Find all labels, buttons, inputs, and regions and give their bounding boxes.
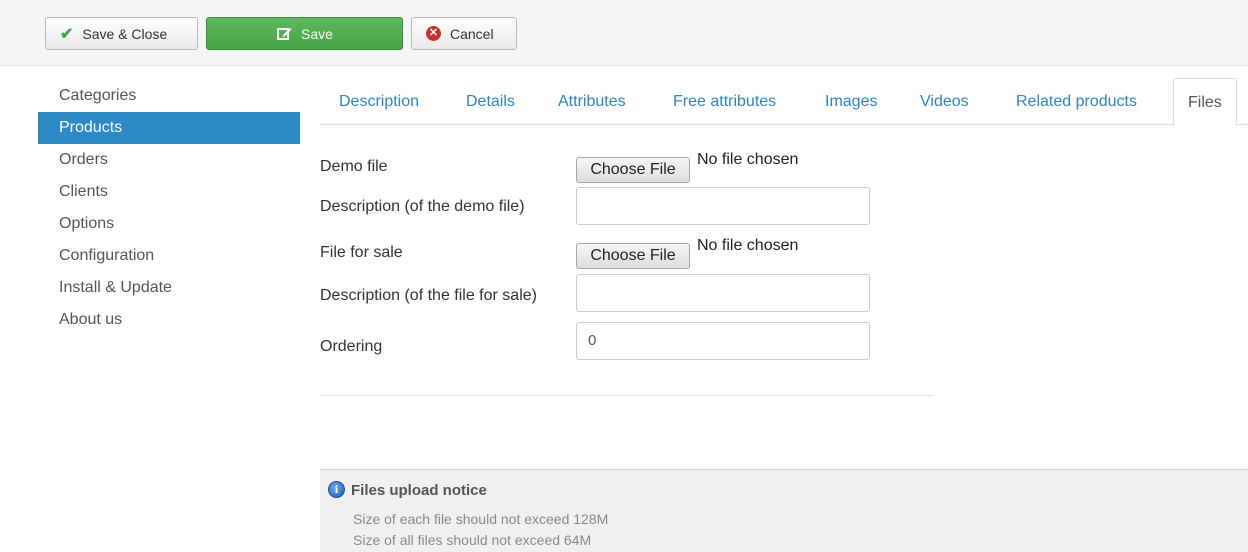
tab-bar: Description Details Attributes Free attr… bbox=[320, 78, 1248, 126]
tab-images[interactable]: Images bbox=[825, 78, 877, 125]
cancel-icon: ✕ bbox=[426, 26, 441, 41]
files-upload-notice: i Files upload notice Size of each file … bbox=[320, 469, 1248, 552]
info-icon: i bbox=[328, 481, 345, 498]
form-divider bbox=[320, 395, 934, 396]
ordering-input[interactable]: 0 bbox=[576, 322, 870, 360]
sale-file-choose-button[interactable]: Choose File bbox=[576, 243, 690, 269]
edit-icon bbox=[277, 27, 292, 41]
sidebar-item-orders[interactable]: Orders bbox=[38, 144, 300, 176]
toolbar: ✔ Save & Close Save ✕ Cancel bbox=[0, 0, 1248, 66]
save-and-close-button[interactable]: ✔ Save & Close bbox=[45, 17, 198, 50]
tab-free-attributes[interactable]: Free attributes bbox=[673, 78, 776, 125]
demo-file-choose-button[interactable]: Choose File bbox=[576, 157, 690, 183]
demo-file-label: Demo file bbox=[320, 158, 388, 175]
cancel-label: Cancel bbox=[450, 25, 494, 42]
sale-description-label: Description (of the file for sale) bbox=[320, 287, 537, 304]
sidebar-item-options[interactable]: Options bbox=[38, 208, 300, 240]
notice-title: Files upload notice bbox=[351, 482, 487, 499]
sidebar: Categories Products Orders Clients Optio… bbox=[38, 80, 300, 336]
tab-description[interactable]: Description bbox=[339, 78, 419, 125]
tab-related-products[interactable]: Related products bbox=[1016, 78, 1137, 125]
cancel-button[interactable]: ✕ Cancel bbox=[411, 17, 517, 50]
tab-details[interactable]: Details bbox=[466, 78, 515, 125]
sale-file-label: File for sale bbox=[320, 244, 403, 261]
sidebar-item-about-us[interactable]: About us bbox=[38, 304, 300, 336]
save-button[interactable]: Save bbox=[206, 17, 403, 50]
sale-file-status: No file chosen bbox=[697, 237, 799, 254]
demo-description-input[interactable] bbox=[576, 187, 870, 225]
sidebar-item-categories[interactable]: Categories bbox=[38, 80, 300, 112]
tab-videos[interactable]: Videos bbox=[920, 78, 969, 125]
notice-line-file-size: Size of each file should not exceed 128M bbox=[353, 511, 609, 527]
sidebar-item-clients[interactable]: Clients bbox=[38, 176, 300, 208]
checkmark-icon: ✔ bbox=[60, 25, 74, 43]
sidebar-item-products[interactable]: Products bbox=[38, 112, 300, 144]
notice-line-total-size: Size of all files should not exceed 64M bbox=[353, 532, 592, 548]
sidebar-item-configuration[interactable]: Configuration bbox=[38, 240, 300, 272]
save-and-close-label: Save & Close bbox=[82, 25, 168, 42]
demo-description-label: Description (of the demo file) bbox=[320, 198, 525, 215]
ordering-label: Ordering bbox=[320, 338, 383, 355]
sidebar-item-install-update[interactable]: Install & Update bbox=[38, 272, 300, 304]
tab-files[interactable]: Files bbox=[1173, 78, 1237, 126]
demo-file-status: No file chosen bbox=[697, 151, 799, 168]
sale-description-input[interactable] bbox=[576, 274, 870, 312]
tab-attributes[interactable]: Attributes bbox=[558, 78, 626, 125]
save-label: Save bbox=[301, 25, 333, 42]
